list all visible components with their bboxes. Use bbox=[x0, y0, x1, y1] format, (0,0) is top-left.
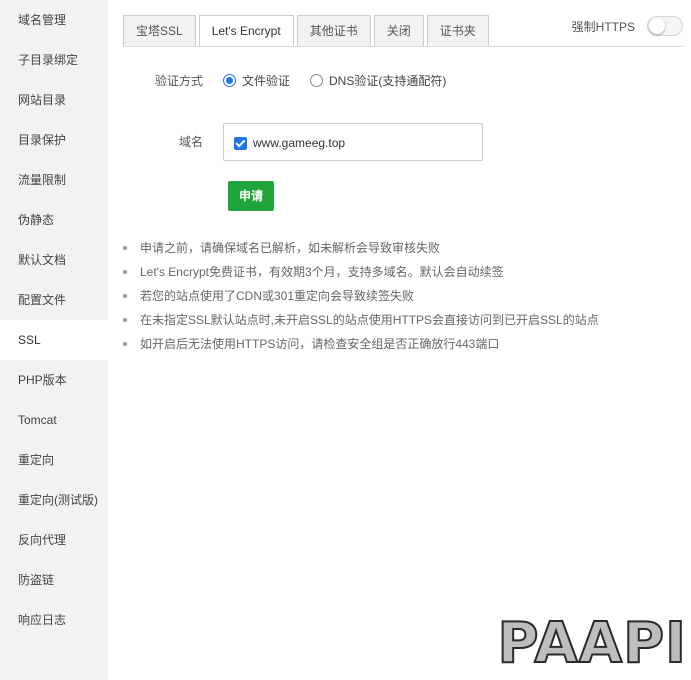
apply-button[interactable]: 申请 bbox=[228, 181, 274, 211]
tab-certificate-folder[interactable]: 证书夹 bbox=[426, 15, 489, 47]
force-https-toggle[interactable] bbox=[647, 16, 683, 36]
sidebar-item-domain-management[interactable]: 域名管理 bbox=[0, 0, 108, 40]
sidebar-item-ssl[interactable]: SSL bbox=[0, 320, 108, 360]
radio-file-verify-circle[interactable] bbox=[223, 74, 236, 87]
domain-checkbox[interactable] bbox=[234, 136, 247, 150]
sidebar-item-hotlink-protection[interactable]: 防盗链 bbox=[0, 560, 108, 600]
sidebar: 域名管理 子目录绑定 网站目录 目录保护 流量限制 伪静态 默认文档 配置文件 … bbox=[0, 0, 108, 680]
tab-bt-ssl[interactable]: 宝塔SSL bbox=[123, 15, 196, 47]
tab-divider bbox=[123, 46, 683, 47]
radio-file-verify[interactable]: 文件验证 bbox=[223, 72, 290, 89]
domain-name: www.gameeg.top bbox=[253, 136, 346, 150]
sidebar-item-default-document[interactable]: 默认文档 bbox=[0, 240, 108, 280]
radio-dns-verify[interactable]: DNS验证(支持通配符) bbox=[310, 72, 446, 89]
sidebar-item-reverse-proxy[interactable]: 反向代理 bbox=[0, 520, 108, 560]
sidebar-item-subdirectory-binding[interactable]: 子目录绑定 bbox=[0, 40, 108, 80]
ssl-tabs: 宝塔SSL Let's Encrypt 其他证书 关闭 证书夹 bbox=[123, 15, 492, 47]
sidebar-item-config-file[interactable]: 配置文件 bbox=[0, 280, 108, 320]
tip-item: 如开启后无法使用HTTPS访问，请检查安全组是否正确放行443端口 bbox=[123, 334, 599, 358]
sidebar-item-directory-protection[interactable]: 目录保护 bbox=[0, 120, 108, 160]
sidebar-item-redirect-beta[interactable]: 重定向(测试版) bbox=[0, 480, 108, 520]
verify-method-radio-group: 文件验证 DNS验证(支持通配符) bbox=[223, 72, 466, 89]
sidebar-item-site-directory[interactable]: 网站目录 bbox=[0, 80, 108, 120]
force-https-control: 强制HTTPS bbox=[572, 16, 683, 36]
toggle-knob bbox=[649, 18, 665, 34]
sidebar-item-rewrite[interactable]: 伪静态 bbox=[0, 200, 108, 240]
tips-list: 申请之前，请确保域名已解析，如未解析会导致审核失败 Let's Encrypt免… bbox=[123, 238, 599, 358]
sidebar-item-traffic-limit[interactable]: 流量限制 bbox=[0, 160, 108, 200]
tab-close[interactable]: 关闭 bbox=[373, 15, 424, 47]
sidebar-item-redirect[interactable]: 重定向 bbox=[0, 440, 108, 480]
domain-label: 域名 bbox=[178, 135, 203, 149]
verify-method-label: 验证方式 bbox=[154, 74, 203, 88]
force-https-label: 强制HTTPS bbox=[571, 19, 635, 34]
tip-item: 申请之前，请确保域名已解析，如未解析会导致审核失败 bbox=[123, 238, 599, 262]
tip-item: 在未指定SSL默认站点时,未开启SSL的站点使用HTTPS会直接访问到已开启SS… bbox=[123, 310, 599, 334]
tab-lets-encrypt[interactable]: Let's Encrypt bbox=[198, 15, 294, 47]
tip-item: 若您的站点使用了CDN或301重定向会导致续签失败 bbox=[123, 286, 599, 310]
watermark-logo: PAAPI bbox=[497, 610, 687, 677]
domain-entry[interactable]: www.gameeg.top bbox=[234, 136, 345, 150]
radio-dns-verify-circle[interactable] bbox=[310, 74, 324, 87]
sidebar-item-tomcat[interactable]: Tomcat bbox=[0, 400, 108, 440]
sidebar-item-php-version[interactable]: PHP版本 bbox=[0, 360, 108, 400]
radio-file-verify-label: 文件验证 bbox=[242, 74, 291, 88]
tip-item: Let's Encrypt免费证书，有效期3个月，支持多域名。默认会自动续签 bbox=[123, 262, 599, 286]
sidebar-item-response-log[interactable]: 响应日志 bbox=[0, 600, 108, 640]
domain-list-box: www.gameeg.top bbox=[223, 123, 483, 161]
tab-other-certificate[interactable]: 其他证书 bbox=[296, 15, 371, 47]
ssl-panel: 宝塔SSL Let's Encrypt 其他证书 关闭 证书夹 强制HTTPS … bbox=[108, 0, 691, 680]
verify-method-row: 验证方式 文件验证 DNS验证(支持通配符) bbox=[108, 70, 691, 90]
radio-dns-verify-label: DNS验证(支持通配符) bbox=[329, 74, 447, 88]
